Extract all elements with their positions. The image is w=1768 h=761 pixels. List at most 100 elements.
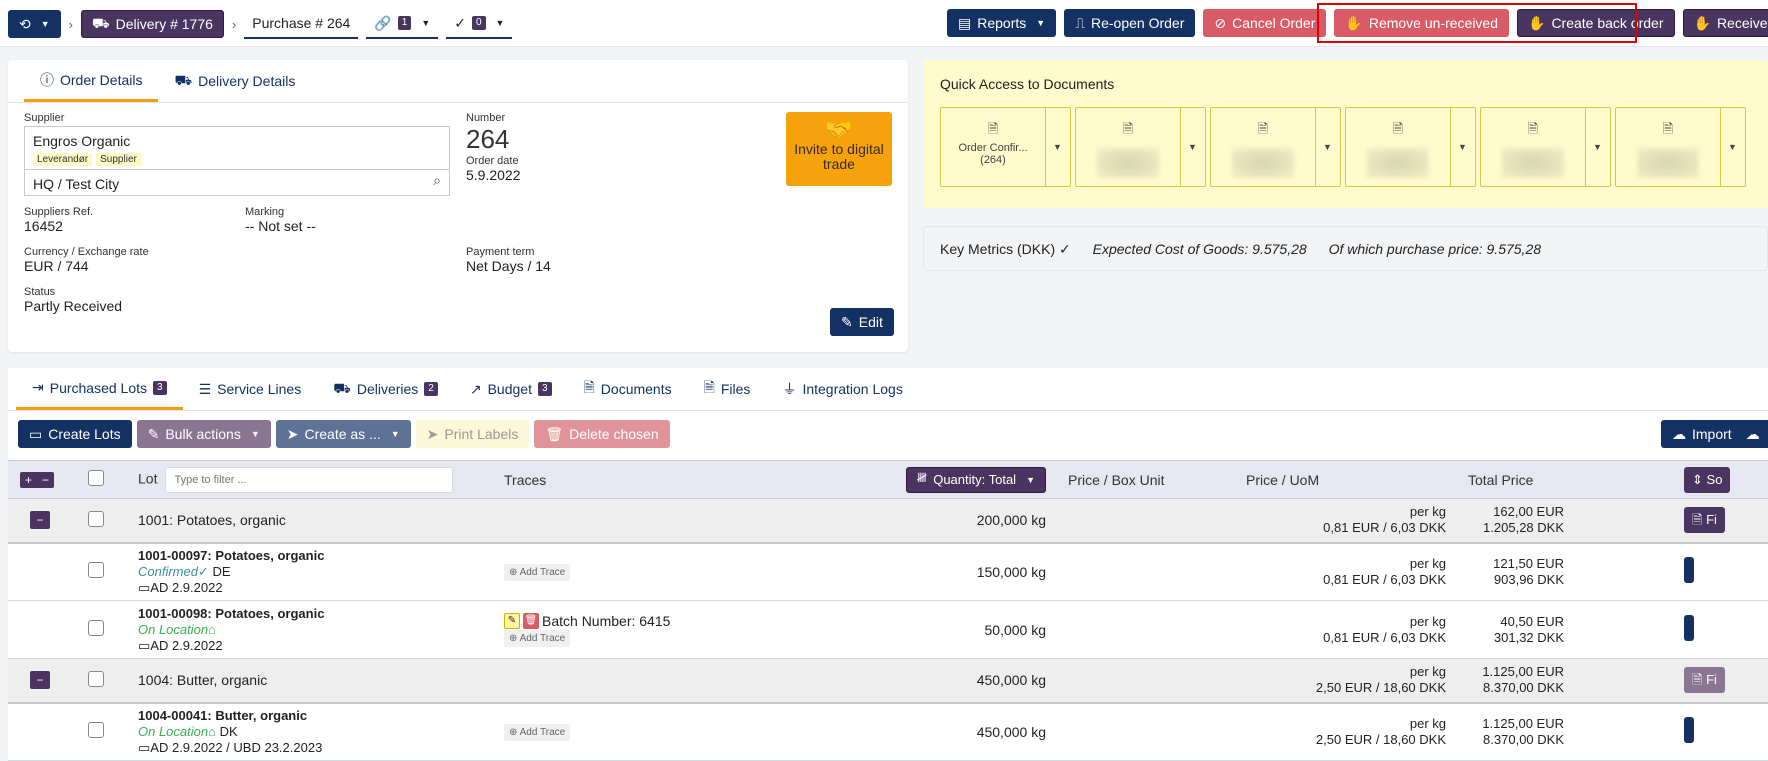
row-checkbox[interactable] (88, 562, 104, 578)
lot-name[interactable]: 1004-00041: Butter, organic (138, 708, 504, 724)
receive-order-button[interactable]: ✋Receive Order (1683, 9, 1768, 37)
invite-digital-trade-button[interactable]: 🤝 Invite to digital trade (786, 112, 892, 186)
quick-doc-main[interactable]: 🗎 (1211, 108, 1316, 186)
expand-collapse-all[interactable]: +− (20, 472, 54, 488)
cancel-order-button[interactable]: ⊘Cancel Order (1203, 9, 1326, 37)
quick-doc-main[interactable]: 🗎 (1346, 108, 1451, 186)
import-button[interactable]: ☁Import☁ (1661, 420, 1768, 448)
quick-doc-button[interactable]: 🗎▼ (1075, 107, 1206, 187)
tab-files[interactable]: 🗎Files (688, 368, 767, 410)
links-dropdown[interactable]: 🔗1▼ (366, 9, 438, 39)
hands-icon: ✋ (1345, 15, 1362, 32)
trash-icon: 🗑 (545, 426, 563, 443)
total-eur: 121,50 EUR (1454, 556, 1564, 572)
quick-doc-button[interactable]: 🗎▼ (1210, 107, 1341, 187)
file-plus-icon: 🗎 (1076, 120, 1180, 142)
create-lots-button[interactable]: ▭Create Lots (18, 420, 132, 448)
row-checkbox[interactable] (88, 722, 104, 738)
quick-doc-button[interactable]: 🗎▼ (1480, 107, 1611, 187)
quick-doc-button[interactable]: 🗎▼ (1345, 107, 1476, 187)
payment-term: Net Days / 14 (466, 258, 551, 274)
row-checkbox[interactable] (88, 620, 104, 636)
tab-deliveries[interactable]: ⛟Deliveries2 (317, 368, 454, 410)
add-trace-button[interactable]: ⊕ Add Trace (504, 724, 570, 741)
quick-doc-dropdown[interactable]: ▼ (1180, 108, 1205, 186)
edit-icon: ✎ (148, 426, 160, 443)
search-icon[interactable]: ⌕ (433, 172, 441, 189)
number-label: Number (466, 112, 521, 124)
history-button[interactable]: ⟲▼ (8, 10, 61, 38)
uom-price: 0,81 EUR / 6,03 DKK (1234, 520, 1446, 536)
price-uom-column-header: Price / UoM (1246, 472, 1319, 488)
row-action-button[interactable] (1684, 557, 1694, 583)
quantity-total-dropdown[interactable]: 𝍸Quantity: Total▼ (906, 467, 1046, 493)
status-label: Status (24, 286, 122, 298)
quick-doc-dropdown[interactable]: ▼ (1585, 108, 1610, 186)
add-trace-button[interactable]: ⊕ Add Trace (504, 630, 570, 647)
edit-button[interactable]: ✎Edit (830, 308, 894, 336)
delete-trace-button[interactable]: 🗑 (523, 613, 539, 629)
uom-label: per kg (1234, 664, 1446, 680)
row-checkbox[interactable] (88, 511, 104, 527)
quick-doc-button[interactable]: 🗎Order Confir...(264)▼ (940, 107, 1071, 187)
chevron-down-icon: ▼ (496, 18, 505, 28)
row-checkbox[interactable] (88, 671, 104, 687)
files-button[interactable]: 🗎 Fi (1684, 507, 1725, 533)
tab-delivery-details[interactable]: ⛟Delivery Details (158, 60, 311, 102)
tab-order-details[interactable]: ⓘOrder Details (24, 60, 158, 102)
minus-icon[interactable]: − (37, 472, 54, 488)
lot-name[interactable]: 1001-00098: Potatoes, organic (138, 606, 504, 622)
tab-budget[interactable]: ↗Budget3 (454, 368, 568, 410)
plus-circle-icon: ⊕ (509, 727, 517, 738)
quick-doc-dropdown[interactable]: ▼ (1720, 108, 1745, 186)
uom-label: per kg (1234, 556, 1446, 572)
lot-row: 1001-00097: Potatoes, organic Confirmed✓… (8, 543, 1768, 601)
quick-doc-dropdown[interactable]: ▼ (1315, 108, 1340, 186)
quick-doc-button[interactable]: 🗎▼ (1615, 107, 1746, 187)
sort-button[interactable]: ⇕ So (1684, 467, 1730, 493)
tab-integration-logs[interactable]: ⏚Integration Logs (766, 368, 918, 410)
breadcrumb-delivery[interactable]: ⛟Delivery # 1776 (81, 10, 224, 38)
select-all-checkbox[interactable] (88, 470, 104, 486)
create-back-order-button[interactable]: ✋Create back order (1517, 9, 1675, 37)
collapse-group-button[interactable]: − (30, 671, 50, 689)
supplier-address-input[interactable]: HQ / Test City (25, 169, 449, 196)
quick-doc-dropdown[interactable]: ▼ (1450, 108, 1475, 186)
quick-doc-main[interactable]: 🗎Order Confir...(264) (941, 108, 1046, 186)
row-action-button[interactable] (1684, 717, 1694, 743)
quick-doc-main[interactable]: 🗎 (1076, 108, 1181, 186)
remove-unreceived-button[interactable]: ✋Remove un-received (1334, 9, 1509, 37)
quick-doc-dropdown[interactable]: ▼ (1045, 108, 1070, 186)
edit-icon: ✎ (841, 314, 853, 331)
checks-dropdown[interactable]: ✓0▼ (446, 9, 512, 39)
quick-doc-main[interactable]: 🗎 (1481, 108, 1586, 186)
print-labels-button[interactable]: ➤Print Labels (416, 420, 530, 448)
tab-purchased-lots[interactable]: ⇥Purchased Lots3 (16, 368, 183, 410)
create-as-button[interactable]: ➤Create as ...▼ (276, 420, 411, 448)
quick-doc-main[interactable]: 🗎 (1616, 108, 1721, 186)
quick-access-panel: Quick Access to Documents 🗎Order Confir.… (923, 60, 1768, 208)
row-action-button[interactable] (1684, 615, 1694, 641)
blurred-label (1097, 148, 1159, 178)
lot-dates: AD 2.9.2022 / UBD 23.2.2023 (150, 740, 322, 755)
bulk-actions-button[interactable]: ✎Bulk actions▼ (137, 420, 271, 448)
send-icon: ➤ (427, 426, 439, 443)
lot-column-header: Lot (138, 470, 157, 486)
tab-documents[interactable]: 🗎Documents (568, 368, 688, 410)
tab-service-lines[interactable]: ☰Service Lines (183, 368, 318, 410)
lot-filter-input[interactable] (165, 467, 453, 493)
quick-doc-label: Order Confir... (941, 142, 1045, 154)
reports-button[interactable]: ▤Reports▼ (947, 9, 1056, 37)
checks-count-badge: 0 (472, 16, 486, 30)
edit-trace-button[interactable]: ✎ (504, 613, 520, 629)
reopen-order-button[interactable]: ⎍Re-open Order (1064, 9, 1195, 37)
add-trace-button[interactable]: ⊕ Add Trace (504, 564, 570, 581)
delete-chosen-button[interactable]: 🗑Delete chosen (534, 420, 669, 448)
collapse-group-button[interactable]: − (30, 511, 50, 529)
supplier-field[interactable]: Engros Organic Leverandør Supplier HQ / … (24, 126, 450, 196)
plus-icon[interactable]: + (20, 472, 37, 488)
files-button[interactable]: 🗎 Fi (1684, 667, 1725, 693)
breadcrumb-purchase[interactable]: Purchase # 264 (244, 9, 358, 39)
order-date-label: Order date (466, 155, 521, 167)
lot-name[interactable]: 1001-00097: Potatoes, organic (138, 548, 504, 564)
